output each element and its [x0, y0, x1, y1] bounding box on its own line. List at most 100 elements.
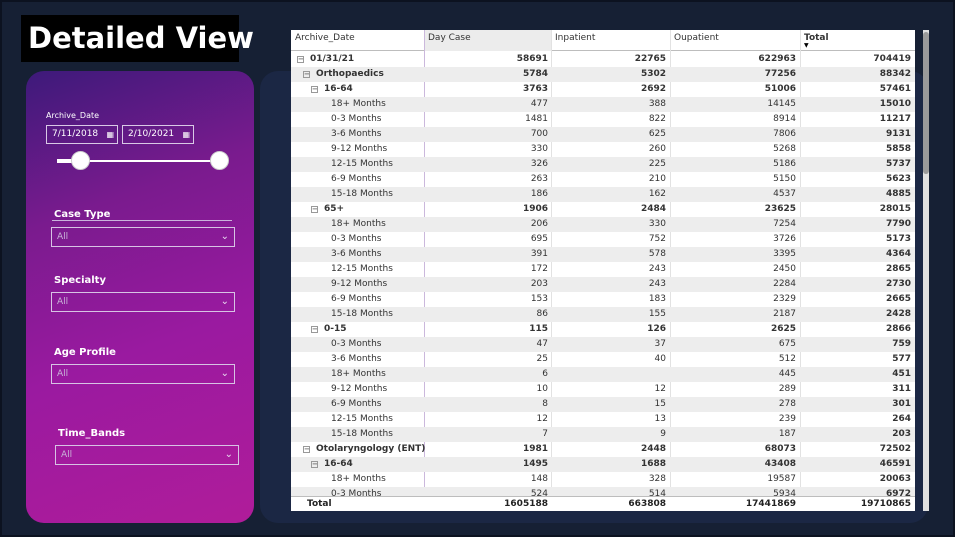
age-profile-dropdown[interactable]: All ⌄ [51, 364, 235, 384]
date-from-value: 7/11/2018 [52, 129, 99, 139]
cell-inpatient: 183 [648, 294, 666, 304]
row-label-text: 0-3 Months [331, 234, 382, 244]
divider [52, 220, 232, 221]
table-row[interactable]: 18+ Months 148 328 19587 20063 [291, 472, 915, 487]
cell-day-case: 12 [536, 414, 548, 424]
table-row[interactable]: 15-18 Months 186 162 4537 4885 [291, 187, 915, 202]
cell-inpatient: 578 [648, 249, 666, 259]
date-range-start-handle[interactable] [71, 151, 90, 170]
table-row[interactable]: 6-9 Months 263 210 5150 5623 [291, 172, 915, 187]
date-range-end-handle[interactable] [210, 151, 229, 170]
table-row[interactable]: 3-6 Months 700 625 7806 9131 [291, 127, 915, 142]
table-row[interactable]: − Orthopaedics 5784 5302 77256 88342 [291, 67, 915, 82]
cell-total: 11217 [879, 114, 911, 124]
cell-total: 4885 [885, 189, 911, 199]
table-row[interactable]: 12-15 Months 12 13 239 264 [291, 412, 915, 427]
cell-day-case: 148 [530, 474, 548, 484]
cell-day-case: 206 [530, 219, 548, 229]
row-label: −65+ [311, 202, 344, 217]
column-header-inpatient[interactable]: Inpatient [551, 30, 670, 51]
table-row[interactable]: 0-3 Months 47 37 675 759 [291, 337, 915, 352]
collapse-icon[interactable]: − [311, 206, 318, 213]
collapse-icon[interactable]: − [311, 461, 318, 468]
table-scrollbar[interactable] [923, 30, 929, 511]
column-header-outpatient[interactable]: Oupatient [670, 30, 800, 51]
row-label: 15-18 Months [331, 187, 393, 202]
table-row[interactable]: −01/31/21 58691 22765 622963 704419 [291, 52, 915, 67]
date-to-input[interactable]: 2/10/2021 ▦ [122, 125, 194, 144]
column-header-total[interactable]: Total [800, 30, 915, 51]
row-label: 12-15 Months [331, 262, 393, 277]
collapse-icon[interactable]: − [311, 326, 318, 333]
cell-day-case: 186 [530, 189, 548, 199]
table-row[interactable]: 6-9 Months 8 15 278 301 [291, 397, 915, 412]
table-row[interactable]: −16-64 3763 2692 51006 57461 [291, 82, 915, 97]
table-row[interactable]: 12-15 Months 172 243 2450 2865 [291, 262, 915, 277]
total-label: Total [307, 499, 332, 509]
row-label-text: 3-6 Months [331, 129, 382, 139]
collapse-icon[interactable]: − [303, 71, 310, 78]
table-row[interactable]: − Otolaryngology (ENT) 1981 2448 68073 72502 [291, 442, 915, 457]
table-row[interactable]: 3-6 Months 391 578 3395 4364 [291, 247, 915, 262]
scrollbar-thumb[interactable] [923, 32, 929, 174]
row-label: 15-18 Months [331, 307, 393, 322]
collapse-icon[interactable]: − [297, 56, 304, 63]
table-row[interactable]: −0-15 115 126 2625 2866 [291, 322, 915, 337]
date-from-input[interactable]: 7/11/2018 ▦ [46, 125, 118, 144]
table-row[interactable]: 0-3 Months 1481 822 8914 11217 [291, 112, 915, 127]
column-header-archive-date[interactable]: Archive_Date [291, 30, 424, 51]
collapse-icon[interactable]: − [311, 86, 318, 93]
cell-outpatient: 3726 [773, 234, 796, 244]
time-bands-dropdown[interactable]: All ⌄ [55, 445, 239, 465]
matrix-table[interactable]: Archive_Date Day Case Inpatient Oupatien… [291, 30, 915, 511]
table-row[interactable]: −65+ 1906 2484 23625 28015 [291, 202, 915, 217]
row-label-text: 3-6 Months [331, 354, 382, 364]
row-label: −16-64 [311, 82, 353, 97]
cell-outpatient: 187 [778, 429, 796, 439]
row-label: 18+ Months [331, 472, 386, 487]
table-row[interactable]: 18+ Months 206 330 7254 7790 [291, 217, 915, 232]
table-row[interactable]: 18+ Months 477 388 14145 15010 [291, 97, 915, 112]
row-label-text: 15-18 Months [331, 309, 393, 319]
cell-outpatient: 289 [778, 384, 796, 394]
calendar-icon[interactable]: ▦ [182, 126, 190, 143]
table-row[interactable]: 12-15 Months 326 225 5186 5737 [291, 157, 915, 172]
column-header-day-case[interactable]: Day Case [424, 30, 551, 51]
cell-total: 2730 [885, 279, 911, 289]
cell-total: 5858 [885, 144, 911, 154]
cell-inpatient: 225 [648, 159, 666, 169]
case-type-dropdown[interactable]: All ⌄ [51, 227, 235, 247]
page-title: Detailed View [21, 15, 254, 62]
table-row[interactable]: 3-6 Months 25 40 512 577 [291, 352, 915, 367]
table-row[interactable]: −16-64 1495 1688 43408 46591 [291, 457, 915, 472]
cell-day-case: 263 [530, 174, 548, 184]
cell-total: 28015 [879, 204, 911, 214]
table-row[interactable]: 15-18 Months 86 155 2187 2428 [291, 307, 915, 322]
table-row[interactable]: 6-9 Months 153 183 2329 2665 [291, 292, 915, 307]
cell-inpatient: 5302 [640, 69, 666, 79]
table-row[interactable]: 15-18 Months 7 9 187 203 [291, 427, 915, 442]
row-label-text: 18+ Months [331, 369, 386, 379]
cell-outpatient: 622963 [758, 54, 796, 64]
row-label-text: 12-15 Months [331, 264, 393, 274]
table-row[interactable]: 9-12 Months 203 243 2284 2730 [291, 277, 915, 292]
row-label-text: 0-3 Months [331, 114, 382, 124]
table-row[interactable]: 9-12 Months 10 12 289 311 [291, 382, 915, 397]
cell-day-case: 6 [542, 369, 548, 379]
cell-day-case: 1481 [525, 114, 548, 124]
row-label-text: 9-12 Months [331, 279, 388, 289]
calendar-icon[interactable]: ▦ [106, 126, 114, 143]
cell-total: 7790 [885, 219, 911, 229]
table-row[interactable]: 9-12 Months 330 260 5268 5858 [291, 142, 915, 157]
total-row: Total 1605188 663808 17441869 19710865 [291, 496, 915, 511]
row-label-text: 15-18 Months [331, 189, 393, 199]
specialty-dropdown[interactable]: All ⌄ [51, 292, 235, 312]
cell-outpatient: 51006 [764, 84, 796, 94]
cell-total: 46591 [879, 459, 911, 469]
collapse-icon[interactable]: − [303, 446, 310, 453]
cell-outpatient: 8914 [773, 114, 796, 124]
cell-total: 577 [892, 354, 911, 364]
cell-outpatient: 5186 [773, 159, 796, 169]
table-row[interactable]: 18+ Months 6 445 451 [291, 367, 915, 382]
table-row[interactable]: 0-3 Months 695 752 3726 5173 [291, 232, 915, 247]
